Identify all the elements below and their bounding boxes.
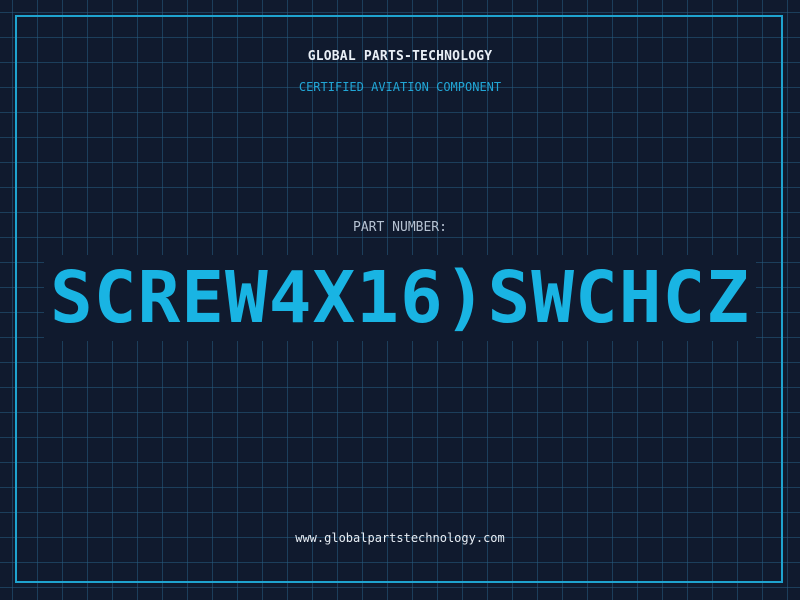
certification-subtitle: CERTIFIED AVIATION COMPONENT bbox=[298, 80, 502, 94]
part-number-label: PART NUMBER: bbox=[353, 220, 447, 235]
company-name: GLOBAL PARTS-TECHNOLOGY bbox=[307, 49, 493, 64]
part-number-text: SCREW4X16)SWCHCZ bbox=[44, 255, 756, 341]
label-card: GLOBAL PARTS-TECHNOLOGY CERTIFIED AVIATI… bbox=[0, 0, 800, 600]
website-url: www.globalpartstechnology.com bbox=[295, 531, 505, 545]
part-number-value: SCREW4X16)SWCHCZ bbox=[0, 255, 800, 341]
